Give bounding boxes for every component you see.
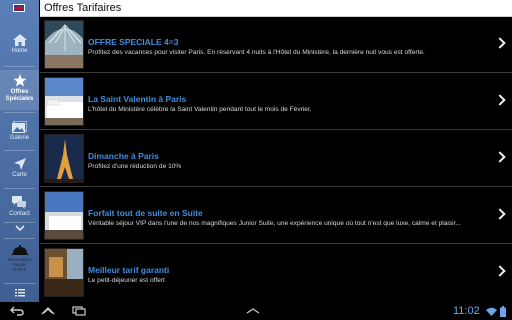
divider xyxy=(4,238,35,239)
offer-thumbnail xyxy=(44,248,84,297)
wifi-icon xyxy=(486,307,497,316)
chevron-right-icon xyxy=(494,265,506,277)
divider xyxy=(4,188,35,189)
chat-bubbles-icon xyxy=(12,196,26,209)
chevron-right-icon xyxy=(494,94,506,106)
gallery-icon xyxy=(12,121,27,133)
offer-thumbnail xyxy=(44,134,84,183)
divider xyxy=(4,112,35,113)
divider xyxy=(4,66,35,67)
offer-description: Profitez des vacances pour visiter Paris… xyxy=(88,49,425,56)
offer-thumbnail xyxy=(44,77,84,126)
recent-apps-button[interactable] xyxy=(72,306,86,316)
star-icon xyxy=(12,74,27,87)
offer-item[interactable]: La Saint Valentin à Paris L'hôtel du Min… xyxy=(40,74,512,130)
sidebar-item-reservation[interactable]: Réservation Rapide 0.00 € xyxy=(0,245,39,272)
chevron-up-icon[interactable] xyxy=(246,308,260,314)
sidebar-item-home[interactable]: Home xyxy=(0,34,39,55)
offer-item[interactable]: OFFRE SPECIALE 4=3 Profitez des vacances… xyxy=(40,17,512,73)
list-menu-icon xyxy=(14,289,25,297)
offer-title: Forfait tout de suite en Suite xyxy=(88,208,203,218)
offer-title: Meilleur tarif garanti xyxy=(88,265,170,275)
offer-title: Dimanche à Paris xyxy=(88,151,159,161)
divider xyxy=(4,222,35,223)
sidebar: Home Offres Spéciales Galerie Carte Cont… xyxy=(0,0,39,302)
offer-thumbnail xyxy=(44,20,84,69)
divider xyxy=(4,283,35,284)
system-navigation-bar: 11:02 xyxy=(0,302,512,320)
booking-total: 0.00 € xyxy=(13,267,26,272)
sidebar-item-offres-speciales[interactable]: Offres Spéciales xyxy=(0,70,39,110)
home-icon xyxy=(12,34,27,46)
sidebar-item-label: Offres Spéciales xyxy=(5,89,34,102)
chevron-right-icon xyxy=(494,208,506,220)
offer-description: Véritable séjour VIP dans l'une de nos m… xyxy=(88,220,461,227)
offer-title: OFFRE SPECIALE 4=3 xyxy=(88,37,179,47)
sidebar-item-label: Contact xyxy=(9,211,30,217)
header-bar: Offres Tarifaires xyxy=(40,0,512,17)
sidebar-more-button[interactable] xyxy=(0,224,39,232)
sidebar-item-label: Carte xyxy=(12,172,27,178)
sidebar-item-label: Galerie xyxy=(9,135,30,141)
battery-icon xyxy=(500,306,506,317)
sidebar-item-carte[interactable]: Carte xyxy=(0,158,39,179)
offer-item[interactable]: Dimanche à Paris Profitez d'une réductio… xyxy=(40,131,512,187)
offer-title: La Saint Valentin à Paris xyxy=(88,94,187,104)
home-button[interactable] xyxy=(41,307,55,315)
chevron-right-icon xyxy=(494,37,506,49)
sidebar-item-label: Home xyxy=(11,48,28,54)
clock: 11:02 xyxy=(453,305,480,317)
sidebar-menu-button[interactable] xyxy=(0,289,39,297)
hotel-bell-icon xyxy=(11,245,28,255)
uk-flag-icon[interactable] xyxy=(13,4,25,12)
offer-description: L'hôtel du Ministère célèbre la Saint Va… xyxy=(88,106,312,113)
chevron-right-icon xyxy=(494,151,506,163)
offer-description: Profitez d'une réduction de 10% xyxy=(88,163,182,170)
chevron-down-icon xyxy=(14,225,25,232)
divider xyxy=(4,150,35,151)
offer-thumbnail xyxy=(44,191,84,240)
back-button[interactable] xyxy=(10,306,24,316)
page-title: Offres Tarifaires xyxy=(44,2,122,14)
offer-item[interactable]: Meilleur tarif garanti Le petit-déjeuner… xyxy=(40,245,512,301)
offers-list: OFFRE SPECIALE 4=3 Profitez des vacances… xyxy=(40,17,512,302)
offer-item[interactable]: Forfait tout de suite en Suite Véritable… xyxy=(40,188,512,244)
sidebar-item-contact[interactable]: Contact xyxy=(0,196,39,218)
navigation-arrow-icon xyxy=(13,158,26,170)
sidebar-item-galerie[interactable]: Galerie xyxy=(0,121,39,142)
offer-description: Le petit-déjeuner est offert xyxy=(88,277,165,284)
